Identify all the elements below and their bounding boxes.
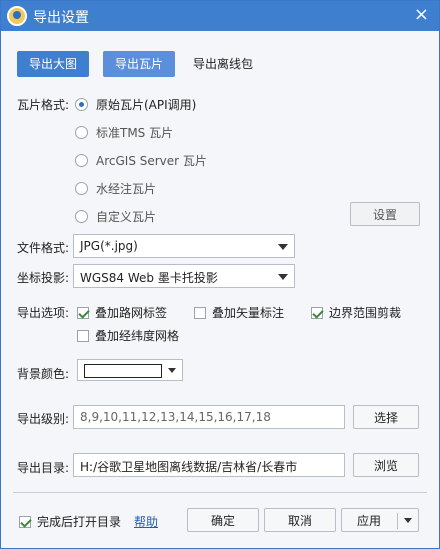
export-levels-field[interactable]: 8,9,10,11,12,13,14,15,16,17,18: [73, 405, 345, 429]
checkbox-icon: [194, 307, 206, 319]
checkbox-latlon-grid[interactable]: 叠加经纬度网格: [77, 327, 179, 344]
radio-label: 原始瓦片(API调用): [96, 98, 197, 112]
checkbox-label: 边界范围剪裁: [329, 306, 402, 320]
checkbox-checked-icon: [77, 307, 89, 319]
tab-export-large-image[interactable]: 导出大图: [17, 51, 89, 77]
ok-button[interactable]: 确定: [187, 508, 259, 532]
close-icon[interactable]: ×: [414, 5, 429, 25]
title-bar: 导出设置 ×: [1, 1, 439, 31]
chevron-down-icon: [278, 244, 288, 250]
radio-original-tiles[interactable]: 原始瓦片(API调用): [75, 96, 196, 113]
export-dir-label: 导出目录:: [17, 461, 70, 475]
apply-split-button[interactable]: 应用: [341, 508, 419, 532]
dialog-title: 导出设置: [33, 10, 89, 26]
split-divider: [397, 513, 398, 529]
projection-value: WGS84 Web 墨卡托投影: [80, 271, 218, 285]
app-logo-icon: [7, 6, 27, 26]
file-format-label: 文件格式:: [17, 241, 70, 255]
radio-label: 水经注瓦片: [96, 182, 157, 196]
checkbox-vector-labels[interactable]: 叠加矢量标注: [194, 304, 284, 321]
export-options-label: 导出选项:: [17, 306, 70, 320]
checkbox-checked-icon: [19, 516, 31, 528]
radio-custom-tiles[interactable]: 自定义瓦片: [75, 208, 156, 225]
checkbox-label: 叠加路网标签: [95, 306, 168, 320]
footer-divider: [13, 492, 427, 493]
radio-arcgis-tiles[interactable]: ArcGIS Server 瓦片: [75, 152, 207, 169]
export-settings-dialog: 导出设置 × 导出大图 导出瓦片 导出离线包 瓦片格式: 原始瓦片(API调用)…: [0, 0, 440, 549]
radio-icon: [75, 210, 88, 223]
checkbox-label: 叠加矢量标注: [212, 306, 285, 320]
file-format-select[interactable]: JPG(*.jpg): [73, 234, 295, 258]
checkbox-road-labels[interactable]: 叠加路网标签: [77, 304, 167, 321]
checkbox-checked-icon: [311, 307, 323, 319]
file-format-value: JPG(*.jpg): [80, 239, 138, 253]
export-levels-label: 导出级别:: [17, 412, 70, 426]
radio-shuijingzhu-tiles[interactable]: 水经注瓦片: [75, 180, 156, 197]
tab-export-tiles[interactable]: 导出瓦片: [103, 51, 175, 77]
apply-label: 应用: [356, 514, 381, 528]
radio-icon: [75, 182, 88, 195]
radio-label: ArcGIS Server 瓦片: [96, 154, 207, 168]
radio-tms-tiles[interactable]: 标准TMS 瓦片: [75, 124, 173, 141]
background-color-label: 背景颜色:: [17, 367, 70, 381]
browse-button[interactable]: 浏览: [353, 453, 419, 477]
projection-label: 坐标投影:: [17, 271, 70, 285]
checkbox-icon: [77, 330, 89, 342]
export-dir-value: H:/谷歌卫星地图离线数据/吉林省/长春市: [80, 460, 298, 474]
radio-icon: [75, 126, 88, 139]
chevron-down-icon: [278, 274, 288, 280]
checkbox-label: 完成后打开目录: [37, 515, 122, 529]
export-levels-value: 8,9,10,11,12,13,14,15,16,17,18: [80, 410, 271, 424]
projection-select[interactable]: WGS84 Web 墨卡托投影: [73, 264, 295, 288]
radio-icon: [75, 154, 88, 167]
radio-selected-icon: [75, 98, 88, 111]
settings-button[interactable]: 设置: [350, 202, 420, 226]
radio-label: 标准TMS 瓦片: [96, 126, 174, 140]
checkbox-label: 叠加经纬度网格: [95, 329, 180, 343]
radio-label: 自定义瓦片: [96, 210, 157, 224]
color-swatch: [84, 364, 162, 378]
chevron-down-icon: [168, 368, 176, 373]
checkbox-open-after-done[interactable]: 完成后打开目录: [19, 513, 121, 530]
select-levels-button[interactable]: 选择: [353, 405, 419, 429]
cancel-button[interactable]: 取消: [264, 508, 336, 532]
chevron-down-icon[interactable]: [404, 518, 412, 523]
help-link[interactable]: 帮助: [134, 513, 158, 530]
checkbox-boundary-clip[interactable]: 边界范围剪裁: [311, 304, 401, 321]
tab-export-offline-package[interactable]: 导出离线包: [185, 51, 261, 77]
tile-format-label: 瓦片格式:: [17, 98, 70, 112]
export-dir-field[interactable]: H:/谷歌卫星地图离线数据/吉林省/长春市: [73, 453, 345, 477]
background-color-picker[interactable]: [77, 359, 183, 381]
